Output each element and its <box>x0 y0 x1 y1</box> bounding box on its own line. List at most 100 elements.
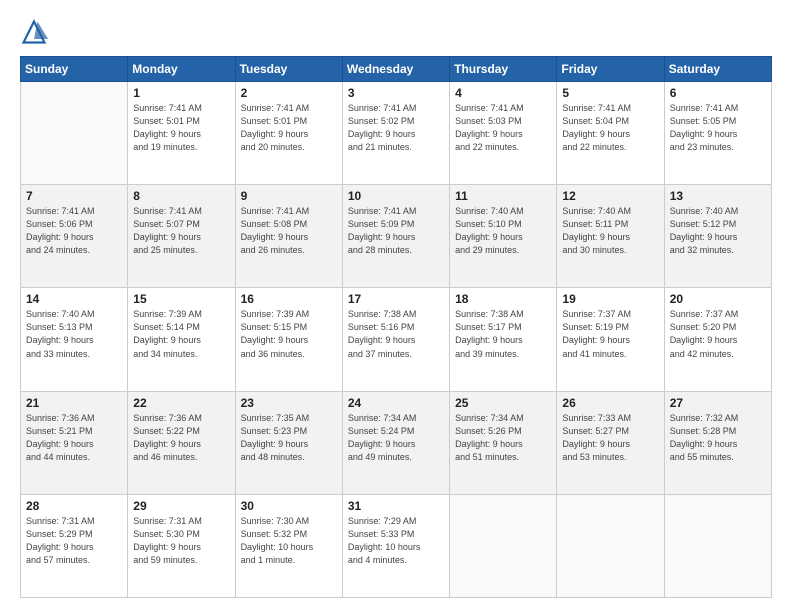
calendar-week-row: 1Sunrise: 7:41 AMSunset: 5:01 PMDaylight… <box>21 82 772 185</box>
day-number: 31 <box>348 499 444 513</box>
day-number: 19 <box>562 292 658 306</box>
day-number: 6 <box>670 86 766 100</box>
day-info: Sunrise: 7:35 AMSunset: 5:23 PMDaylight:… <box>241 412 337 464</box>
day-number: 18 <box>455 292 551 306</box>
calendar-day-cell <box>664 494 771 597</box>
day-info: Sunrise: 7:39 AMSunset: 5:14 PMDaylight:… <box>133 308 229 360</box>
day-number: 24 <box>348 396 444 410</box>
calendar-day-cell: 22 Sunrise: 7:36 AMSunset: 5:22 PMDayligh… <box>128 391 235 494</box>
day-number: 15 <box>133 292 229 306</box>
day-number: 9 <box>241 189 337 203</box>
day-info: Sunrise: 7:29 AMSunset: 5:33 PMDaylight:… <box>348 515 444 567</box>
day-info: Sunrise: 7:39 AMSunset: 5:15 PMDaylight:… <box>241 308 337 360</box>
calendar-week-row: 28Sunrise: 7:31 AMSunset: 5:29 PMDayligh… <box>21 494 772 597</box>
calendar-day-cell: 14Sunrise: 7:40 AMSunset: 5:13 PMDayligh… <box>21 288 128 391</box>
weekday-header-thursday: Thursday <box>450 57 557 82</box>
day-number: 2 <box>241 86 337 100</box>
day-info: Sunrise: 7:36 AMSunset: 5:22 PMDaylight:… <box>133 412 229 464</box>
calendar-day-cell: 3Sunrise: 7:41 AMSunset: 5:02 PMDaylight… <box>342 82 449 185</box>
calendar-day-cell <box>557 494 664 597</box>
calendar-day-cell: 19 Sunrise: 7:37 AMSunset: 5:19 PMDayligh… <box>557 288 664 391</box>
calendar-day-cell: 27 Sunrise: 7:32 AMSunset: 5:28 PMDayligh… <box>664 391 771 494</box>
day-number: 3 <box>348 86 444 100</box>
day-number: 10 <box>348 189 444 203</box>
day-info: Sunrise: 7:32 AMSunset: 5:28 PMDaylight:… <box>670 412 766 464</box>
weekday-header-row: SundayMondayTuesdayWednesdayThursdayFrid… <box>21 57 772 82</box>
calendar-day-cell: 9 Sunrise: 7:41 AMSunset: 5:08 PMDaylight… <box>235 185 342 288</box>
day-number: 5 <box>562 86 658 100</box>
calendar-day-cell: 5 Sunrise: 7:41 AMSunset: 5:04 PMDaylight… <box>557 82 664 185</box>
calendar-day-cell: 8 Sunrise: 7:41 AMSunset: 5:07 PMDaylight… <box>128 185 235 288</box>
calendar-day-cell: 10 Sunrise: 7:41 AMSunset: 5:09 PMDayligh… <box>342 185 449 288</box>
calendar-table: SundayMondayTuesdayWednesdayThursdayFrid… <box>20 56 772 598</box>
day-info: Sunrise: 7:41 AMSunset: 5:08 PMDaylight:… <box>241 205 337 257</box>
day-info: Sunrise: 7:41 AMSunset: 5:07 PMDaylight:… <box>133 205 229 257</box>
day-info: Sunrise: 7:36 AMSunset: 5:21 PMDaylight:… <box>26 412 122 464</box>
calendar-day-cell: 25 Sunrise: 7:34 AMSunset: 5:26 PMDayligh… <box>450 391 557 494</box>
header <box>20 18 772 46</box>
calendar-day-cell: 7 Sunrise: 7:41 AMSunset: 5:06 PMDaylight… <box>21 185 128 288</box>
day-info: Sunrise: 7:31 AMSunset: 5:30 PMDaylight:… <box>133 515 229 567</box>
day-info: Sunrise: 7:41 AMSunset: 5:04 PMDaylight:… <box>562 102 658 154</box>
page: SundayMondayTuesdayWednesdayThursdayFrid… <box>0 0 792 612</box>
day-info: Sunrise: 7:38 AMSunset: 5:16 PMDaylight:… <box>348 308 444 360</box>
day-info: Sunrise: 7:37 AMSunset: 5:19 PMDaylight:… <box>562 308 658 360</box>
day-info: Sunrise: 7:30 AMSunset: 5:32 PMDaylight:… <box>241 515 337 567</box>
calendar-day-cell: 26Sunrise: 7:33 AMSunset: 5:27 PMDayligh… <box>557 391 664 494</box>
day-number: 1 <box>133 86 229 100</box>
day-number: 30 <box>241 499 337 513</box>
day-info: Sunrise: 7:41 AMSunset: 5:06 PMDaylight:… <box>26 205 122 257</box>
weekday-header-sunday: Sunday <box>21 57 128 82</box>
day-info: Sunrise: 7:41 AMSunset: 5:03 PMDaylight:… <box>455 102 551 154</box>
day-number: 21 <box>26 396 122 410</box>
weekday-header-monday: Monday <box>128 57 235 82</box>
day-number: 8 <box>133 189 229 203</box>
day-number: 25 <box>455 396 551 410</box>
calendar-day-cell: 12 Sunrise: 7:40 AMSunset: 5:11 PMDayligh… <box>557 185 664 288</box>
day-info: Sunrise: 7:34 AMSunset: 5:26 PMDaylight:… <box>455 412 551 464</box>
calendar-day-cell: 1Sunrise: 7:41 AMSunset: 5:01 PMDaylight… <box>128 82 235 185</box>
day-info: Sunrise: 7:41 AMSunset: 5:05 PMDaylight:… <box>670 102 766 154</box>
day-info: Sunrise: 7:40 AMSunset: 5:12 PMDaylight:… <box>670 205 766 257</box>
day-number: 4 <box>455 86 551 100</box>
day-info: Sunrise: 7:40 AMSunset: 5:11 PMDaylight:… <box>562 205 658 257</box>
calendar-day-cell: 13 Sunrise: 7:40 AMSunset: 5:12 PMDayligh… <box>664 185 771 288</box>
calendar-day-cell: 18Sunrise: 7:38 AMSunset: 5:17 PMDayligh… <box>450 288 557 391</box>
day-number: 13 <box>670 189 766 203</box>
day-info: Sunrise: 7:41 AMSunset: 5:09 PMDaylight:… <box>348 205 444 257</box>
weekday-header-friday: Friday <box>557 57 664 82</box>
calendar-day-cell: 31 Sunrise: 7:29 AMSunset: 5:33 PMDayligh… <box>342 494 449 597</box>
calendar-day-cell: 11 Sunrise: 7:40 AMSunset: 5:10 PMDayligh… <box>450 185 557 288</box>
calendar-day-cell: 20Sunrise: 7:37 AMSunset: 5:20 PMDayligh… <box>664 288 771 391</box>
calendar-week-row: 14Sunrise: 7:40 AMSunset: 5:13 PMDayligh… <box>21 288 772 391</box>
day-number: 20 <box>670 292 766 306</box>
calendar-day-cell: 28Sunrise: 7:31 AMSunset: 5:29 PMDayligh… <box>21 494 128 597</box>
calendar-day-cell: 16 Sunrise: 7:39 AMSunset: 5:15 PMDayligh… <box>235 288 342 391</box>
day-number: 27 <box>670 396 766 410</box>
day-info: Sunrise: 7:34 AMSunset: 5:24 PMDaylight:… <box>348 412 444 464</box>
day-info: Sunrise: 7:40 AMSunset: 5:10 PMDaylight:… <box>455 205 551 257</box>
calendar-day-cell: 6 Sunrise: 7:41 AMSunset: 5:05 PMDaylight… <box>664 82 771 185</box>
calendar-day-cell: 30 Sunrise: 7:30 AMSunset: 5:32 PMDayligh… <box>235 494 342 597</box>
calendar-day-cell: 2Sunrise: 7:41 AMSunset: 5:01 PMDaylight… <box>235 82 342 185</box>
day-number: 7 <box>26 189 122 203</box>
day-number: 12 <box>562 189 658 203</box>
calendar-day-cell: 4 Sunrise: 7:41 AMSunset: 5:03 PMDaylight… <box>450 82 557 185</box>
day-info: Sunrise: 7:40 AMSunset: 5:13 PMDaylight:… <box>26 308 122 360</box>
calendar-day-cell: 15 Sunrise: 7:39 AMSunset: 5:14 PMDayligh… <box>128 288 235 391</box>
day-number: 22 <box>133 396 229 410</box>
weekday-header-wednesday: Wednesday <box>342 57 449 82</box>
day-number: 11 <box>455 189 551 203</box>
calendar-week-row: 21 Sunrise: 7:36 AMSunset: 5:21 PMDayligh… <box>21 391 772 494</box>
calendar-day-cell: 17Sunrise: 7:38 AMSunset: 5:16 PMDayligh… <box>342 288 449 391</box>
calendar-day-cell: 29 Sunrise: 7:31 AMSunset: 5:30 PMDayligh… <box>128 494 235 597</box>
day-number: 29 <box>133 499 229 513</box>
day-number: 16 <box>241 292 337 306</box>
day-number: 23 <box>241 396 337 410</box>
day-number: 28 <box>26 499 122 513</box>
day-info: Sunrise: 7:33 AMSunset: 5:27 PMDaylight:… <box>562 412 658 464</box>
calendar-day-cell: 23 Sunrise: 7:35 AMSunset: 5:23 PMDayligh… <box>235 391 342 494</box>
calendar-day-cell: 24 Sunrise: 7:34 AMSunset: 5:24 PMDayligh… <box>342 391 449 494</box>
calendar-day-cell: 21 Sunrise: 7:36 AMSunset: 5:21 PMDayligh… <box>21 391 128 494</box>
calendar-day-cell <box>450 494 557 597</box>
